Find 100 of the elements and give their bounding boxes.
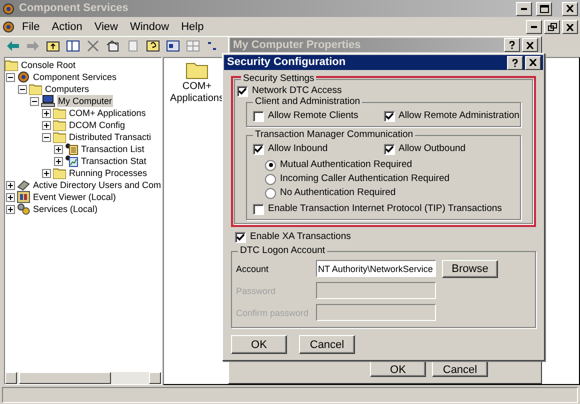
expand-toggle[interactable] xyxy=(6,204,15,214)
tree-item[interactable]: Console Root xyxy=(20,59,77,71)
close-button[interactable] xyxy=(562,20,578,34)
collapse-toggle[interactable] xyxy=(6,72,15,82)
radio-button[interactable] xyxy=(265,160,276,170)
computer-icon xyxy=(41,95,55,107)
menu-item[interactable]: File xyxy=(17,20,45,34)
tree-item[interactable]: My Computer xyxy=(57,95,114,107)
checkmark-icon xyxy=(384,112,394,120)
checkmark-icon xyxy=(236,232,245,242)
scroll-right-button[interactable] xyxy=(149,372,161,384)
tree-item[interactable]: Transaction List xyxy=(80,143,146,155)
checkbox[interactable] xyxy=(253,204,264,214)
collapse-toggle[interactable] xyxy=(30,96,39,106)
checkmark-icon xyxy=(254,144,263,154)
account-field[interactable]: NT Authority\NetworkService xyxy=(316,260,436,277)
panes-icon[interactable] xyxy=(66,40,80,52)
checkbox-label: Allow Remote Administration xyxy=(398,110,520,122)
folder-icon xyxy=(5,60,18,70)
minimize-button[interactable] xyxy=(526,20,542,34)
delete-icon[interactable] xyxy=(86,40,100,52)
dialog-button[interactable]: Cancel xyxy=(299,335,355,354)
checkbox[interactable] xyxy=(384,110,394,122)
close-button[interactable] xyxy=(522,38,538,52)
menu-item[interactable]: View xyxy=(89,20,123,34)
radio-label: No Authentication Required xyxy=(280,187,396,199)
close-button[interactable] xyxy=(525,56,541,70)
window-title: Component Services xyxy=(19,1,128,16)
tree-item[interactable]: Component Services xyxy=(32,71,118,83)
minus-icon xyxy=(32,98,37,104)
plus-icon xyxy=(44,170,49,176)
tree-item[interactable]: Transaction Stat xyxy=(80,155,148,167)
radio-button[interactable] xyxy=(265,174,276,184)
collapse-toggle[interactable] xyxy=(42,132,51,142)
tree-item[interactable]: DCOM Config xyxy=(68,119,126,131)
up-folder-icon[interactable] xyxy=(46,40,60,52)
collapse-toggle[interactable] xyxy=(18,84,27,94)
plus-icon xyxy=(44,122,49,128)
checkbox[interactable] xyxy=(237,86,248,96)
minus-icon xyxy=(8,74,13,80)
dialog-title: My Computer Properties xyxy=(233,38,362,53)
maximize-button[interactable] xyxy=(536,2,552,16)
tree-item[interactable]: Running Processes xyxy=(68,167,148,179)
expand-toggle[interactable] xyxy=(54,144,63,154)
restore-button[interactable] xyxy=(544,20,560,34)
close-icon xyxy=(566,24,574,30)
chart-icon xyxy=(65,155,78,167)
group-title: DTC Logon Account xyxy=(238,245,328,257)
expand-toggle[interactable] xyxy=(42,120,51,130)
expand-toggle[interactable] xyxy=(42,168,51,178)
radio-label: Incoming Caller Authentication Required xyxy=(280,173,450,185)
tree-item[interactable]: COM+ Applications xyxy=(68,107,147,119)
window-icon[interactable] xyxy=(166,40,180,52)
tree-item[interactable]: Services (Local) xyxy=(32,203,99,215)
dialog-button[interactable]: OK xyxy=(231,335,287,354)
plus-icon xyxy=(44,110,49,116)
maximize-icon xyxy=(540,4,548,12)
expand-toggle[interactable] xyxy=(54,156,63,166)
expand-toggle[interactable] xyxy=(6,192,15,202)
scrollbar-thumb[interactable] xyxy=(19,372,111,384)
group-title: Transaction Manager Communication xyxy=(253,129,416,141)
checkbox[interactable] xyxy=(235,232,246,242)
minimize-button[interactable] xyxy=(516,2,532,16)
menu-item[interactable]: Action xyxy=(46,20,88,34)
close-icon xyxy=(526,42,534,48)
checkbox[interactable] xyxy=(253,110,264,122)
gear-icon xyxy=(17,71,30,83)
radio-button[interactable] xyxy=(265,188,276,198)
plus-icon xyxy=(8,206,13,212)
folder-icon xyxy=(53,108,66,118)
close-icon xyxy=(529,59,537,66)
field-label: Account xyxy=(236,262,270,274)
plus-icon xyxy=(56,146,61,152)
folder-icon xyxy=(53,120,66,130)
menu-item[interactable]: Help xyxy=(176,20,209,34)
back-arrow-icon[interactable] xyxy=(6,40,20,52)
horizontal-scrollbar[interactable] xyxy=(5,372,161,384)
expand-toggle[interactable] xyxy=(42,108,51,118)
tree-item[interactable]: Active Directory Users and Com xyxy=(32,179,161,191)
expand-toggle[interactable] xyxy=(6,180,15,190)
checkmark-icon xyxy=(238,86,247,96)
checkbox[interactable] xyxy=(384,144,394,154)
minus-icon xyxy=(44,134,49,140)
help-button[interactable] xyxy=(507,56,523,70)
dialog-title: Security Configuration xyxy=(227,55,347,70)
tree-item[interactable]: Event Viewer (Local) xyxy=(32,191,117,203)
close-button[interactable] xyxy=(562,2,578,16)
minus-icon xyxy=(20,86,25,92)
tree-item[interactable]: Distributed Transacti xyxy=(68,131,152,143)
gear-icon xyxy=(2,2,15,14)
menu-item[interactable]: Window xyxy=(124,20,174,34)
checkbox[interactable] xyxy=(253,144,264,154)
browse-button[interactable]: Browse xyxy=(442,260,498,278)
checkmark-icon xyxy=(384,144,394,154)
checkbox-label: Allow Remote Clients xyxy=(268,110,358,122)
tree-item[interactable]: Computers xyxy=(44,83,90,95)
help-button[interactable] xyxy=(504,38,520,52)
item-label[interactable]: COM+ Applications xyxy=(169,81,225,105)
checkbox-label: Allow Outbound xyxy=(398,143,466,155)
scroll-left-button[interactable] xyxy=(5,372,17,384)
